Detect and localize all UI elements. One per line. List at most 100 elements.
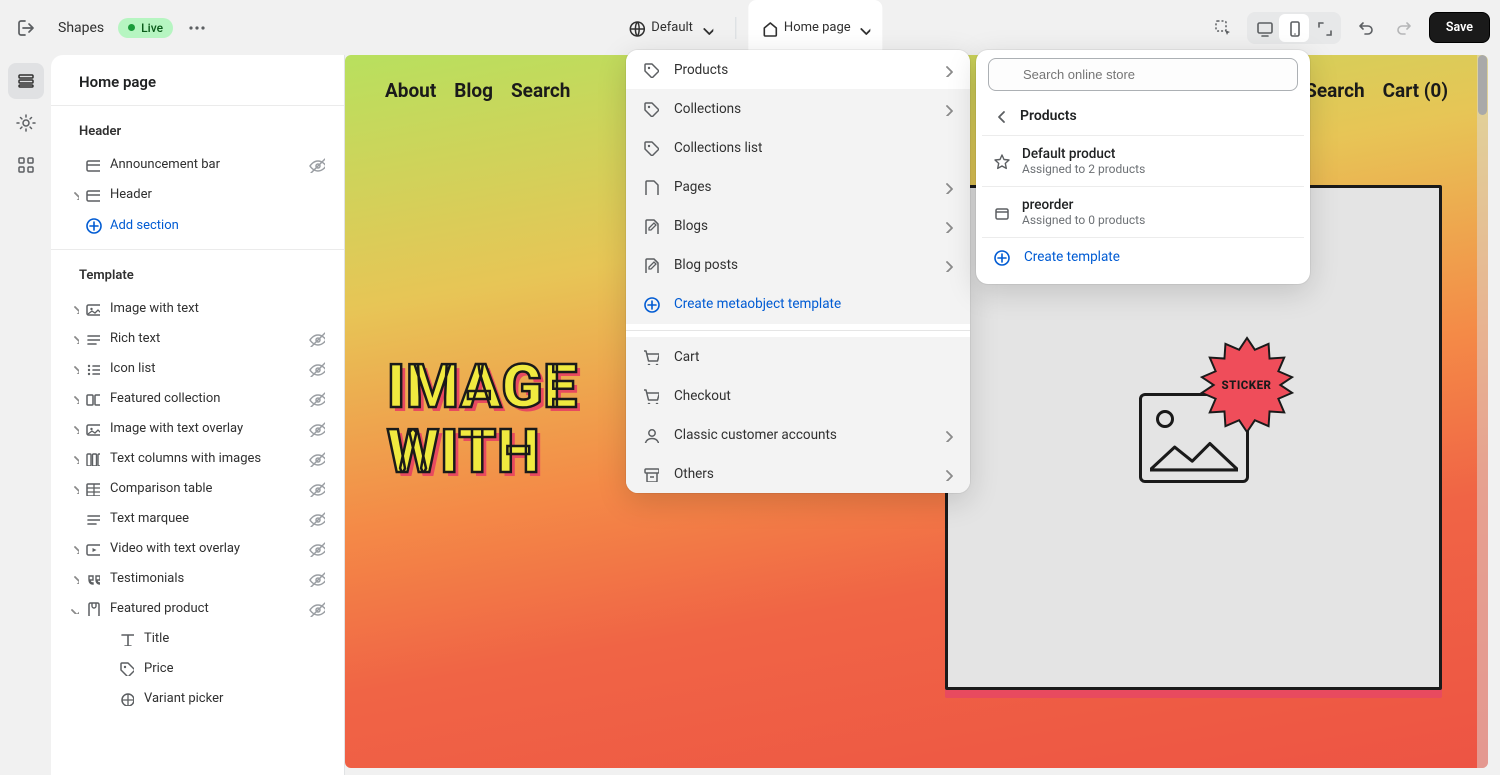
nav-link-cart[interactable]: Cart (0) (1383, 79, 1448, 102)
sidebar-item-label: Icon list (110, 361, 330, 376)
sidebar-item[interactable]: Title (51, 623, 344, 653)
menu-item-label: Collections (674, 101, 939, 117)
star-icon (992, 152, 1010, 170)
menu-item[interactable]: Others (626, 454, 970, 493)
template-option[interactable]: Default productAssigned to 2 products (982, 136, 1304, 186)
canvas-scrollbar[interactable] (1477, 55, 1488, 768)
nav-link-search[interactable]: Search (511, 79, 570, 102)
more-actions-button[interactable] (181, 12, 213, 44)
sidebar-item[interactable]: Video with text overlay (51, 533, 344, 563)
sidebar-item[interactable]: Rich text (51, 323, 344, 353)
create-metaobject-template-button[interactable]: Create metaobject template (626, 284, 970, 324)
sidebar-item[interactable]: Image with text (51, 293, 344, 323)
sidebar-item[interactable]: Price (51, 653, 344, 683)
rail-sections-button[interactable] (8, 63, 44, 99)
sidebar-item[interactable]: Header (51, 179, 344, 209)
menu-item-label: Others (674, 466, 939, 482)
menu-item[interactable]: Cart (626, 337, 970, 376)
tag-icon (642, 61, 660, 78)
menu-item[interactable]: Blogs (626, 206, 970, 245)
template-option[interactable]: preorderAssigned to 0 products (982, 187, 1304, 237)
save-button[interactable]: Save (1429, 12, 1490, 43)
mobile-view-button[interactable] (1279, 14, 1309, 42)
sidebar-item[interactable]: Variant picker (51, 683, 344, 713)
sidebar: Home page Header Announcement barHeader … (51, 55, 345, 775)
box-icon (992, 203, 1010, 221)
video-icon (84, 540, 102, 556)
hidden-icon[interactable] (308, 156, 326, 173)
sidebar-item[interactable]: Featured product (51, 593, 344, 623)
hero-heading: IMAGE WITH (387, 355, 578, 485)
rail-apps-button[interactable] (8, 147, 44, 183)
nav-link-search-right[interactable]: Search (1305, 79, 1364, 102)
hidden-icon[interactable] (308, 450, 326, 467)
cart-icon (642, 387, 660, 404)
page-select[interactable]: Home page (748, 0, 883, 55)
hidden-icon[interactable] (308, 480, 326, 497)
chevron-right-icon (939, 62, 954, 77)
section-icon (84, 186, 102, 202)
blog-icon (642, 217, 660, 234)
create-template-button[interactable]: Create template (982, 238, 1304, 276)
section-icon (84, 156, 102, 172)
tag-icon (118, 660, 136, 676)
exit-button[interactable] (10, 12, 42, 44)
menu-item-label: Classic customer accounts (674, 427, 939, 443)
menu-item-label: Pages (674, 179, 939, 195)
undo-button[interactable] (1349, 12, 1381, 44)
hidden-icon[interactable] (308, 390, 326, 407)
hero-line-1: IMAGE (387, 355, 578, 420)
menu-item[interactable]: Products (626, 50, 970, 89)
sidebar-item[interactable]: Testimonials (51, 563, 344, 593)
add-section-button[interactable]: Add section (51, 209, 344, 241)
menu-item[interactable]: Checkout (626, 376, 970, 415)
sidebar-heading-template: Template (51, 258, 344, 293)
nav-link-about[interactable]: About (385, 79, 436, 102)
page-icon (642, 178, 660, 195)
chevron-right-icon (939, 179, 954, 194)
plus-circle-icon (992, 248, 1010, 266)
menu-item-label: Collections list (674, 140, 954, 156)
fullscreen-button[interactable] (1309, 14, 1339, 42)
sidebar-item-label: Variant picker (144, 691, 330, 706)
template-search-input[interactable] (988, 58, 1298, 91)
menu-item[interactable]: Collections list (626, 128, 970, 167)
menu-item[interactable]: Pages (626, 167, 970, 206)
redo-button[interactable] (1389, 12, 1421, 44)
hidden-icon[interactable] (308, 360, 326, 377)
preview-inspector-button[interactable] (1207, 12, 1239, 44)
sidebar-item[interactable]: Announcement bar (51, 149, 344, 179)
menu-item[interactable]: Collections (626, 89, 970, 128)
globe-icon (627, 19, 645, 37)
template-subtitle: Assigned to 0 products (1022, 213, 1145, 227)
sticker-label: STICKER (1221, 378, 1271, 392)
sidebar-item[interactable]: Image with text overlay (51, 413, 344, 443)
sidebar-item[interactable]: Icon list (51, 353, 344, 383)
text-icon (84, 510, 102, 526)
media-icon (84, 420, 102, 436)
sidebar-item[interactable]: Text marquee (51, 503, 344, 533)
hidden-icon[interactable] (308, 570, 326, 587)
chevron-right-icon (939, 101, 954, 116)
hidden-icon[interactable] (308, 420, 326, 437)
rail-settings-button[interactable] (8, 105, 44, 141)
sidebar-item[interactable]: Text columns with images (51, 443, 344, 473)
sidebar-item[interactable]: Featured collection (51, 383, 344, 413)
chevron-left-icon (992, 107, 1010, 125)
template-picker-menu: Products Default productAssigned to 2 pr… (976, 50, 1310, 284)
menu-item[interactable]: Classic customer accounts (626, 415, 970, 454)
hidden-icon[interactable] (308, 510, 326, 527)
hidden-icon[interactable] (308, 540, 326, 557)
hidden-icon[interactable] (308, 330, 326, 347)
menu-back-button[interactable] (992, 107, 1010, 125)
nav-link-blog[interactable]: Blog (454, 79, 493, 102)
topbar: Shapes Live Default Home page Save (0, 0, 1500, 55)
sidebar-item-label: Header (110, 187, 330, 202)
locale-select[interactable]: Default (617, 13, 723, 43)
desktop-view-button[interactable] (1249, 14, 1279, 42)
hidden-icon[interactable] (308, 600, 326, 617)
archive-icon (642, 465, 660, 482)
menu-item[interactable]: Blog posts (626, 245, 970, 284)
chevron-right-icon (939, 257, 954, 272)
sidebar-item[interactable]: Comparison table (51, 473, 344, 503)
